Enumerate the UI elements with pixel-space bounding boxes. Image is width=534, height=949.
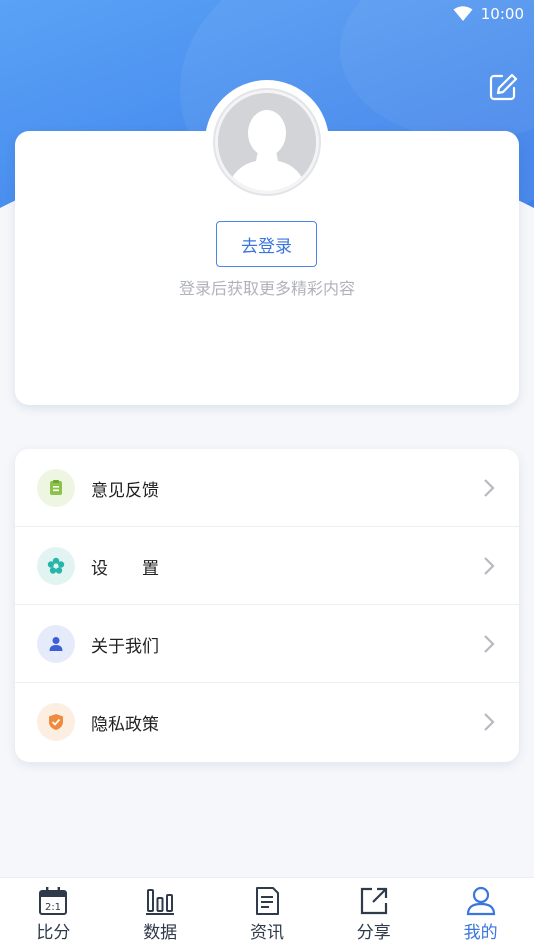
settings-icon <box>37 547 75 585</box>
tab-mine[interactable]: 我的 <box>427 878 534 949</box>
tab-news[interactable]: 资讯 <box>214 878 321 949</box>
tab-label: 我的 <box>463 923 498 943</box>
tab-data[interactable]: 数据 <box>107 878 214 949</box>
wifi-icon <box>453 6 473 22</box>
tab-share[interactable]: 分享 <box>320 878 427 949</box>
avatar-frame <box>213 88 321 196</box>
menu-item-settings[interactable]: 设 置 <box>15 527 519 605</box>
chevron-right-icon <box>484 557 495 575</box>
menu-item-label: 设 置 <box>91 558 159 579</box>
menu-item-feedback[interactable]: 意见反馈 <box>15 449 519 527</box>
status-bar: 10:00 <box>0 0 534 28</box>
menu-item-about[interactable]: 关于我们 <box>15 605 519 683</box>
bar-chart-icon <box>146 889 175 915</box>
edit-icon <box>489 73 518 101</box>
chevron-right-icon <box>484 713 495 731</box>
login-button[interactable]: 去登录 <box>216 221 317 267</box>
news-icon <box>255 887 279 915</box>
tab-label: 数据 <box>143 923 178 943</box>
chevron-right-icon <box>484 479 495 497</box>
tab-label: 分享 <box>356 923 391 943</box>
tab-score[interactable]: 2:1 比分 <box>0 878 107 949</box>
tab-label: 比分 <box>36 923 71 943</box>
menu-item-label: 意见反馈 <box>91 480 159 501</box>
calendar-score-icon: 2:1 <box>39 887 68 915</box>
default-avatar-icon <box>218 93 316 191</box>
about-icon <box>37 625 75 663</box>
status-time: 10:00 <box>480 5 524 23</box>
feedback-icon <box>37 469 75 507</box>
avatar[interactable] <box>205 80 329 204</box>
menu-item-label: 隐私政策 <box>91 714 159 735</box>
tab-label: 资讯 <box>249 923 284 943</box>
privacy-icon <box>37 703 75 741</box>
bottom-tab-bar: 2:1 比分 数据 资讯 分享 我的 <box>0 877 534 949</box>
user-icon <box>466 886 495 916</box>
login-hint: 登录后获取更多精彩内容 <box>178 279 355 298</box>
edit-profile-button[interactable] <box>488 72 518 102</box>
chevron-right-icon <box>484 635 495 653</box>
menu-item-label: 关于我们 <box>91 636 159 657</box>
score-badge: 2:1 <box>45 902 61 913</box>
menu-list: 意见反馈 设 置 关于我们 隐私政策 <box>15 449 519 762</box>
share-icon <box>360 887 387 915</box>
menu-item-privacy[interactable]: 隐私政策 <box>15 683 519 761</box>
